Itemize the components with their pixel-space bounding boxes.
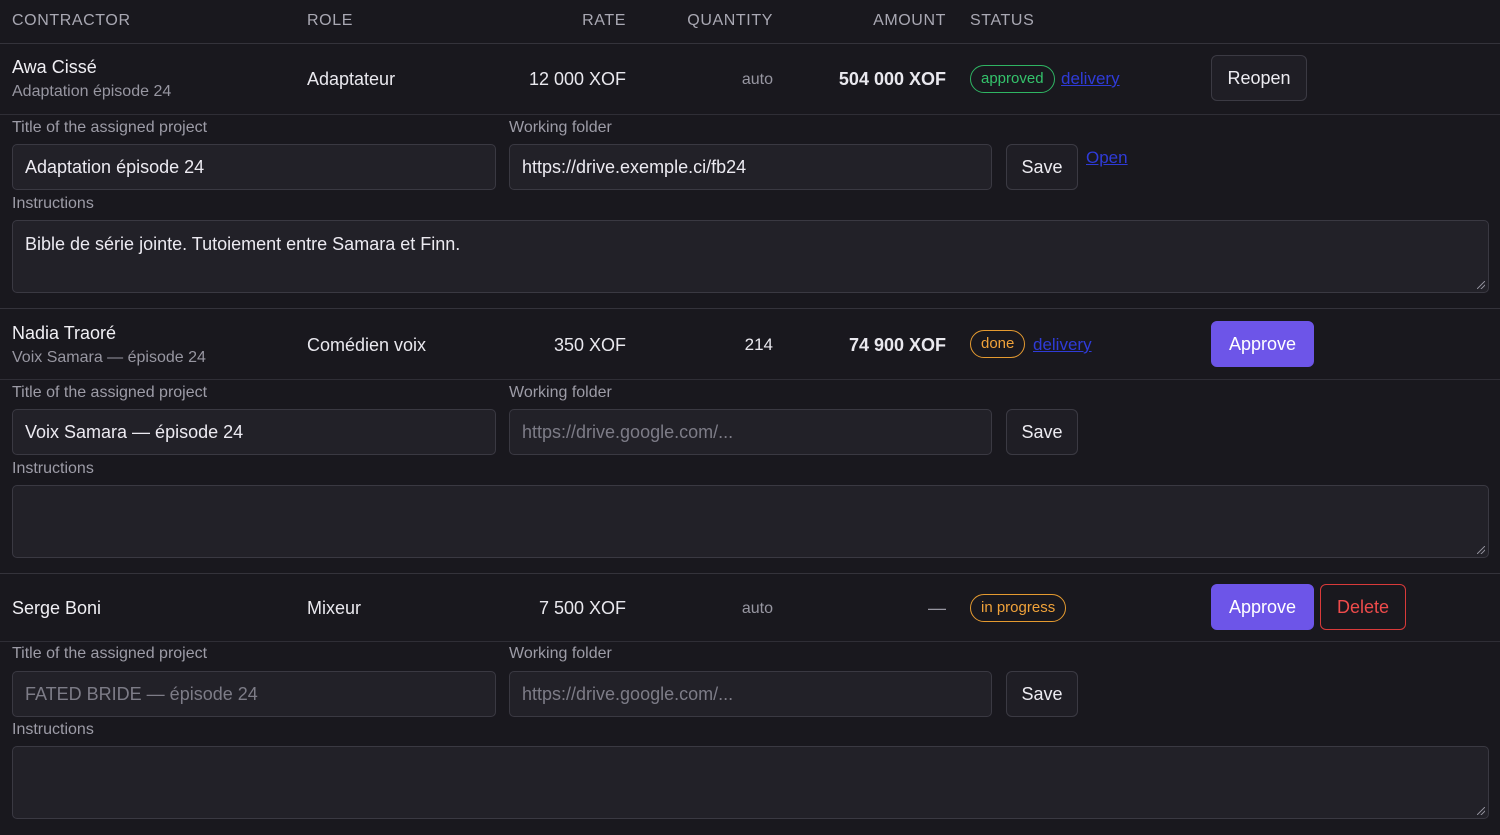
entry-details: Title of the assigned project Working fo… <box>0 380 1500 574</box>
contractor-role: Adaptateur <box>307 69 396 89</box>
instructions-textarea[interactable] <box>12 485 1489 558</box>
delivery-link[interactable]: delivery <box>1033 335 1092 355</box>
instructions-label: Instructions <box>12 460 94 477</box>
working-folder-label: Working folder <box>509 384 612 401</box>
table-header: CONTRACTOR ROLE RATE QUANTITY AMOUNT STA… <box>0 0 1500 44</box>
contractor-amount: 504 000 XOF <box>838 69 946 89</box>
project-title-label: Title of the assigned project <box>12 384 208 401</box>
contractor-quantity: auto <box>741 71 773 88</box>
status-badge: approved <box>970 65 1055 93</box>
header-rate: RATE <box>582 12 626 29</box>
table-row: Nadia Traoré Voix Samara — épisode 24 Co… <box>0 309 1500 380</box>
project-title-input[interactable]: Voix Samara — épisode 24 <box>12 409 496 455</box>
contractor-role: Mixeur <box>307 598 362 618</box>
contractor-rate: 7 500 XOF <box>538 598 626 618</box>
table-row: Awa Cissé Adaptation épisode 24 Adaptate… <box>0 44 1500 115</box>
save-button[interactable]: Save <box>1006 144 1078 190</box>
contractor-rate: 350 XOF <box>553 335 626 355</box>
contractor-entry: Nadia Traoré Voix Samara — épisode 24 Co… <box>0 309 1500 574</box>
status-badge: in progress <box>970 594 1067 622</box>
instructions-textarea[interactable] <box>12 746 1489 819</box>
project-title-input[interactable]: Adaptation épisode 24 <box>12 144 496 190</box>
instructions-text: Bible de série jointe. Tutoiement entre … <box>25 234 461 254</box>
instructions-label: Instructions <box>12 721 94 738</box>
resize-grip-icon[interactable] <box>1477 281 1485 289</box>
working-folder-label: Working folder <box>509 645 612 662</box>
header-contractor: CONTRACTOR <box>12 12 131 29</box>
status-badge: done <box>970 330 1026 358</box>
project-title-label: Title of the assigned project <box>12 645 208 662</box>
project-title-input[interactable]: FATED BRIDE — épisode 24 <box>12 671 496 717</box>
header-amount: AMOUNT <box>873 12 946 29</box>
contractor-amount: — <box>928 598 946 618</box>
reopen-button[interactable]: Reopen <box>1211 55 1307 101</box>
contractor-role: Comédien voix <box>307 335 427 355</box>
working-folder-input[interactable]: https://drive.google.com/... <box>509 671 992 717</box>
open-folder-link[interactable]: Open <box>1086 148 1128 168</box>
project-title-label: Title of the assigned project <box>12 119 208 136</box>
approve-button[interactable]: Approve <box>1211 321 1314 367</box>
contractor-entry: Awa Cissé Adaptation épisode 24 Adaptate… <box>0 44 1500 309</box>
contractor-quantity: auto <box>741 600 773 617</box>
header-role: ROLE <box>307 12 353 29</box>
resize-grip-icon[interactable] <box>1477 546 1485 554</box>
working-folder-input[interactable]: https://drive.google.com/... <box>509 409 992 455</box>
save-button[interactable]: Save <box>1006 409 1078 455</box>
contractor-name: Serge Boni <box>12 598 102 618</box>
table-row: Serge Boni Mixeur 7 500 XOF auto — in pr… <box>0 574 1500 642</box>
contractor-name: Nadia Traoré <box>12 323 117 343</box>
approve-button[interactable]: Approve <box>1211 584 1314 630</box>
entry-details: Title of the assigned project Working fo… <box>0 115 1500 309</box>
contractor-rate: 12 000 XOF <box>528 69 626 89</box>
delivery-link[interactable]: delivery <box>1061 69 1120 89</box>
save-button[interactable]: Save <box>1006 671 1078 717</box>
instructions-textarea[interactable]: Bible de série jointe. Tutoiement entre … <box>12 220 1489 293</box>
contractor-subtitle: Adaptation épisode 24 <box>12 83 172 100</box>
contractor-entry: Serge Boni Mixeur 7 500 XOF auto — in pr… <box>0 574 1500 832</box>
working-folder-label: Working folder <box>509 119 612 136</box>
header-status: STATUS <box>970 12 1035 29</box>
entry-details: Title of the assigned project Working fo… <box>0 642 1500 832</box>
header-quantity: QUANTITY <box>687 12 773 29</box>
contractor-name: Awa Cissé <box>12 57 97 77</box>
delete-button[interactable]: Delete <box>1320 584 1406 630</box>
working-folder-input[interactable]: https://drive.exemple.ci/fb24 <box>509 144 992 190</box>
resize-grip-icon[interactable] <box>1477 807 1485 815</box>
contractor-amount: 74 900 XOF <box>848 335 946 355</box>
contractor-subtitle: Voix Samara — épisode 24 <box>12 349 206 366</box>
contractor-quantity: 214 <box>744 335 773 354</box>
instructions-label: Instructions <box>12 195 94 212</box>
